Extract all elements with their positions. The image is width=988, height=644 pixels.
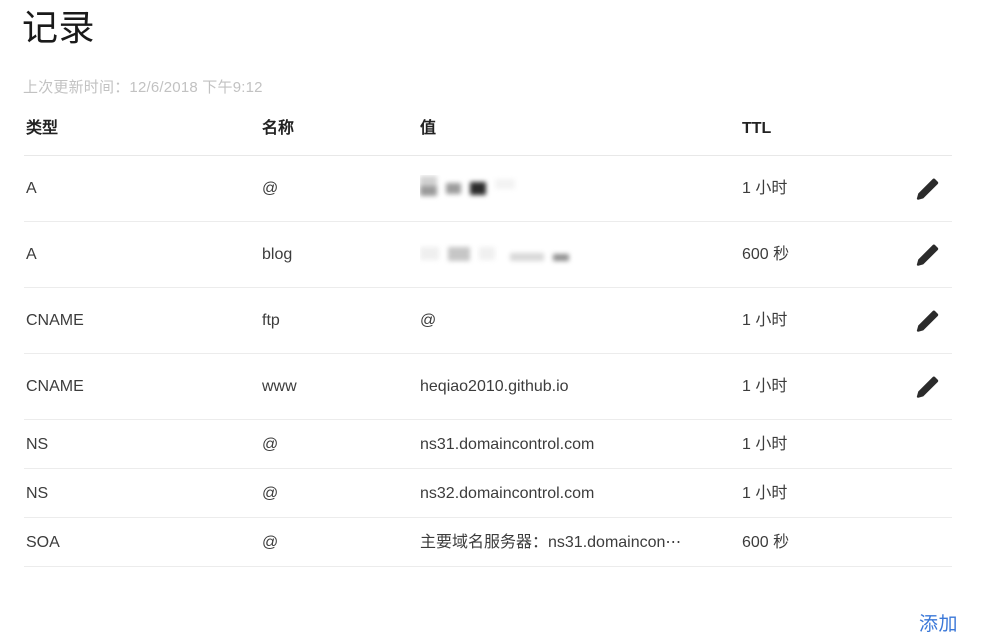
cell-ttl: 1 小时 [742,312,788,329]
cell-ttl: 1 小时 [742,484,788,502]
cell-type: A [26,180,37,197]
table-row[interactable]: NS @ ns31.domaincontrol.com 1 小时 [0,420,988,469]
redacted-value [420,175,515,197]
cell-actions [882,372,952,402]
dns-records-table: 类型 名称 值 TTL A @ 1 小时 A blog 600 秒 CNAME … [0,118,988,567]
cell-name: @ [262,180,279,197]
column-header-ttl: TTL [742,120,772,137]
cell-value [420,175,742,203]
cell-name: www [262,378,297,395]
redacted-value [420,243,569,265]
cell-name: ftp [262,312,280,329]
cell-value [420,243,742,268]
cell-actions [882,174,952,204]
add-record-button[interactable]: 添加 [919,612,958,638]
last-updated-text: 上次更新时间：12/6/2018 下午9:12 [23,79,263,96]
column-header-value: 值 [420,120,437,137]
cell-type: NS [26,435,49,453]
cell-ttl: 1 小时 [742,180,788,197]
pencil-icon[interactable] [914,174,944,204]
cell-value: @ [420,312,437,329]
cell-value: ns32.domaincontrol.com [420,484,595,502]
cell-type: CNAME [26,378,84,395]
cell-ttl: 1 小时 [742,435,788,453]
cell-value: heqiao2010.github.io [420,378,569,395]
records-page: 记录 上次更新时间：12/6/2018 下午9:12 类型 名称 值 TTL A… [0,0,988,644]
table-row[interactable]: NS @ ns32.domaincontrol.com 1 小时 [0,469,988,518]
cell-type: A [26,246,37,263]
table-row[interactable]: A blog 600 秒 [0,222,988,288]
cell-type: SOA [26,533,60,551]
cell-ttl: 600 秒 [742,533,790,551]
table-header-row: 类型 名称 值 TTL [0,118,988,156]
column-header-type: 类型 [26,120,59,137]
pencil-icon[interactable] [914,372,944,402]
page-title: 记录 [22,7,96,48]
cell-value: ns31.domaincontrol.com [420,435,595,453]
cell-value: 主要域名服务器：ns31.domaincon⋯ [420,533,682,551]
cell-ttl: 600 秒 [742,246,790,263]
cell-actions [882,240,952,270]
cell-type: NS [26,484,49,502]
cell-actions [882,306,952,336]
cell-name: blog [262,246,293,263]
table-row[interactable]: CNAME www heqiao2010.github.io 1 小时 [0,354,988,420]
column-header-name: 名称 [262,120,295,137]
table-row[interactable]: A @ 1 小时 [0,156,988,222]
pencil-icon[interactable] [914,240,944,270]
cell-name: @ [262,484,279,502]
table-row[interactable]: CNAME ftp @ 1 小时 [0,288,988,354]
cell-ttl: 1 小时 [742,378,788,395]
table-body: A @ 1 小时 A blog 600 秒 CNAME ftp @ 1 小时 C… [0,156,988,567]
cell-type: CNAME [26,312,84,329]
pencil-icon[interactable] [914,306,944,336]
cell-name: @ [262,533,279,551]
cell-name: @ [262,435,279,453]
table-row[interactable]: SOA @ 主要域名服务器：ns31.domaincon⋯ 600 秒 [0,518,988,567]
